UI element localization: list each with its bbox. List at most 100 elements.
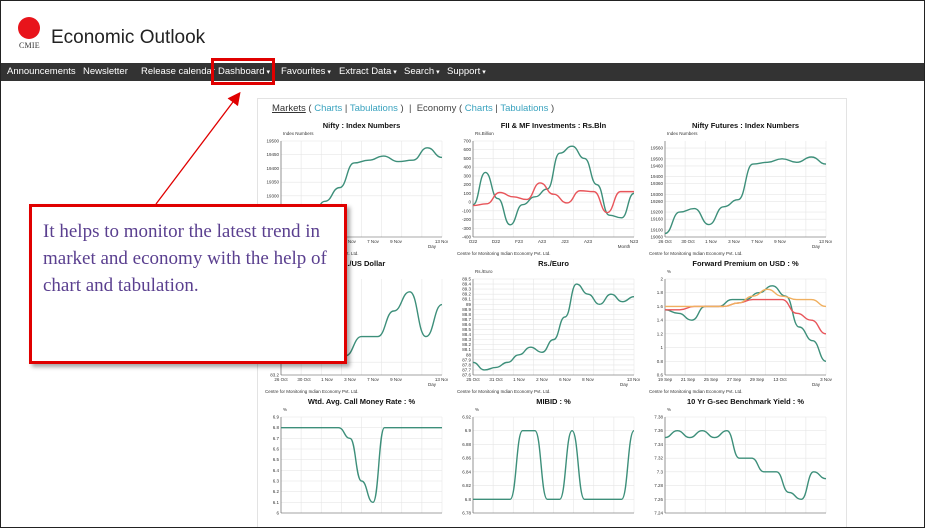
chart-xtick-label: 13 Nov [435,239,448,244]
chart-xlabel: Day [812,244,821,249]
chart-xtick-label: 13 Nov [819,239,832,244]
tab-sep: | [342,103,350,114]
chart-xtick-label: 3 Nov [820,377,832,382]
tab-markets-tabulations[interactable]: Tabulations [350,103,398,114]
tab-economy-tabulations[interactable]: Tabulations [500,103,548,114]
chart-ytick-label: 400 [463,165,471,170]
chart-ytick-label: 7.28 [654,483,663,488]
chart-ytick-label: -300 [462,226,472,231]
chart-ytick-label: 19160 [650,217,663,222]
cmie-logo[interactable]: CMIE [18,17,42,53]
nav-support[interactable]: Support ▾ [447,66,486,77]
chart-2[interactable]: Nifty Futures : Index NumbersIndex Numbe… [647,119,832,257]
chart-ytick-label: 700 [463,139,471,144]
chart-source: Centre for Monitoring Indian Economy Pvt… [649,389,743,394]
chart-xtick-label: 7 Nov [367,377,380,382]
nav-extract-data[interactable]: Extract Data ▾ [339,66,397,77]
chart-xtick-label: N23 [630,239,639,244]
chart-ytick-label: 19400 [266,166,279,171]
chart-title: Nifty : Index Numbers [323,121,401,130]
chart-ytick-label: 1.6 [657,304,664,309]
chart-title: Wtd. Avg. Call Money Rate : % [308,397,416,406]
chart-xtick-label: 30 Oct [297,377,311,382]
chart-ytick-label: 19300 [650,192,663,197]
chart-ytick-label: 6.86 [462,456,471,461]
chart-xlabel: Day [620,382,629,387]
chart-ytick-label: 7.3 [657,469,664,474]
chart-xlabel: Day [428,244,437,249]
tab-economy[interactable]: Economy [417,103,457,114]
chart-ytick-label: 7.32 [654,456,663,461]
chart-xtick-label: 27 Sep [727,377,742,382]
logo-text: CMIE [19,41,40,50]
chevron-down-icon: ▾ [393,69,397,76]
chart-ytick-label: 6.8 [273,425,280,430]
chart-5[interactable]: Forward Premium on USD : %% 2 1.8 1.6 1.4 1.2… [647,257,832,395]
chart-ytick-label: 6.78 [462,511,471,516]
chart-ytick-label: 600 [463,147,471,152]
chart-xlabel: Month [618,244,631,249]
nav-favourites[interactable]: Favourites ▾ [281,66,331,77]
chart-xtick-label: 6 Nov [559,377,572,382]
chart-7[interactable]: MIBID : %% 6.92 6.9 6.88 6.86 6.84 6.82 6.8 6.78 [455,395,640,528]
arrow-line [155,91,241,205]
tab-markets[interactable]: Markets [272,103,306,114]
nav-announcements[interactable]: Announcements [7,66,76,77]
nav-label: Release calendar [141,66,215,77]
chart-ytick-label: 300 [463,173,471,178]
chart-ytick-label: 6.5 [273,457,280,462]
chart-ytick-label: 6.9 [273,415,280,420]
chart-xtick-label: 7 Nov [367,239,380,244]
chart-source: Centre for Monitoring Indian Economy Pvt… [265,389,359,394]
chart-xtick-label: 1 Nov [321,377,334,382]
chart-6[interactable]: Wtd. Avg. Call Money Rate : %%6.9 6.8 6.7 6… [263,395,448,528]
panel-tabs: Markets ( Charts | Tabulations ) | Econo… [272,103,554,114]
chevron-down-icon: ▾ [327,69,331,76]
chart-ytick-label: 6.82 [462,483,471,488]
chart-ytick-label: 19400 [650,174,663,179]
chart-xtick-label: 25 Sep [704,377,719,382]
chart-ytick-label: -100 [462,208,472,213]
chart-ylabel: Rs./Euro [475,269,493,274]
chart-ytick-label: 7.24 [654,511,663,516]
chart-xtick-label: 9 Nov [390,239,403,244]
tab-markets-charts[interactable]: Charts [314,103,342,114]
chart-ytick-label: 19450 [266,152,279,157]
nav-release-calendar[interactable]: Release calendar [141,66,215,77]
chart-xtick-label: 21 Sep [681,377,696,382]
tab-economy-charts[interactable]: Charts [465,103,493,114]
chart-ylabel: Rs.Billion [475,131,494,136]
nav-label: Search [404,66,435,77]
chart-ytick-label: 2 [660,277,663,282]
chart-ytick-label: 7.34 [654,442,663,447]
tab-paren: ( [456,103,465,114]
chart-ytick-label: 500 [463,156,471,161]
chart-8[interactable]: 10 Yr G-sec Benchmark Yield : %% 7.38 7.36… [647,395,832,528]
tab-paren: ) | [397,103,417,114]
nav-search[interactable]: Search ▾ [404,66,440,77]
chart-xtick-label: 13 Oct [773,377,787,382]
chart-ytick-label: 19100 [650,227,663,232]
chart-ylabel: % [283,407,287,412]
chart-xtick-label: 26 Oct [658,239,672,244]
chart-title: MIBID : % [536,397,571,406]
chart-ytick-label: 19260 [650,199,663,204]
chart-source: Centre for Monitoring Indian Economy Pvt… [457,389,551,394]
tab-paren: ( [305,103,315,114]
chart-ytick-label: 19500 [650,156,663,161]
nav-newsletter[interactable]: Newsletter [83,66,128,77]
chart-xtick-label: 1 Nov [705,239,718,244]
chart-4[interactable]: Rs./EuroRs./Euro89.589.489.389.289.18988… [455,257,640,395]
chart-ytick-label: 6.84 [462,469,471,474]
chart-xtick-label: 7 Nov [751,239,764,244]
app-window: CMIE Economic Outlook Announcements News… [0,0,925,528]
chart-ytick-label: 19200 [650,210,663,215]
chart-grid [280,416,443,514]
chart-ylabel: % [667,407,671,412]
chart-ytick-label: 6.92 [462,415,471,420]
chart-1[interactable]: FII & MF Investments : Rs.Bln Rs.Billion 7… [455,119,640,257]
chart-ytick-label: 19560 [650,146,663,151]
tab-paren: ) [548,103,555,114]
chart-xtick-label: A23 [584,239,593,244]
chart-xtick-label: 2 Nov [536,377,549,382]
